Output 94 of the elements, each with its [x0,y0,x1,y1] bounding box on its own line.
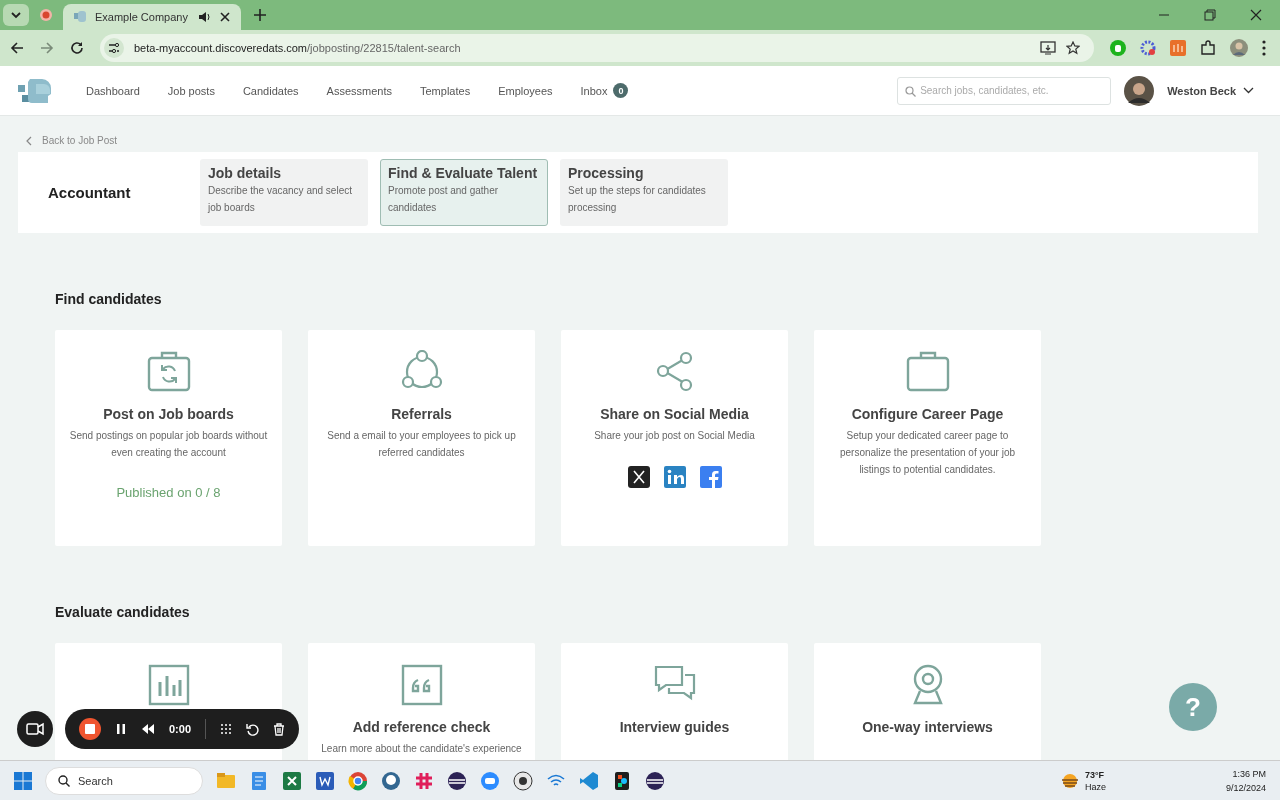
hash-app-icon[interactable] [414,770,434,791]
nav-link[interactable]: Templates [406,83,485,98]
card-title: Post on Job boards [103,406,234,422]
user-menu[interactable]: Weston Beck [1167,84,1254,97]
bar-chart-icon [146,663,191,707]
option-card[interactable]: Share on Social Media Share your job post on Social Media [561,330,788,546]
user-avatar-icon[interactable] [1124,75,1155,106]
tab-title: Example Company [95,11,189,23]
rewind-icon[interactable] [141,723,155,735]
section-heading: Evaluate candidates [55,604,191,622]
tab-list-caret-icon[interactable] [3,4,29,26]
new-tab-icon[interactable] [253,8,267,22]
close-icon[interactable] [1250,9,1262,21]
code-editor-app-icon[interactable] [579,770,599,791]
option-card[interactable]: Configure Career Page Setup your dedicated career page to personalize the presentation of your job listings to potential candidates. [814,330,1041,546]
card-description: Share your job post on Social Media [594,429,755,443]
linkedin-logo-icon[interactable] [663,466,686,488]
chat-app-icon[interactable] [480,770,500,791]
chevron-left-icon [26,135,32,146]
nav-link[interactable]: Job posts [153,83,229,98]
back-icon[interactable] [10,41,24,55]
facebook-logo-icon[interactable] [699,466,722,488]
install-app-icon[interactable] [1040,41,1056,55]
card-description: Learn more about the candidate's experience [321,742,522,756]
search-icon [58,774,70,787]
eclipse-app-icon[interactable] [447,770,467,791]
card-title: Configure Career Page [851,406,1004,422]
option-card[interactable]: Referrals Send a email to your employees to pick up referred candidates [308,330,535,546]
briefcase-icon [905,350,950,394]
search-field[interactable]: Search jobs, candidates, etc. [897,76,1112,105]
card-description: Send a email to your employees to pick up referred candidates [326,429,517,460]
search-icon [905,85,917,97]
favicon-icon [73,10,87,24]
grid-dots-icon[interactable] [220,723,233,735]
option-card[interactable]: Add reference check Learn more about the candidate's experience [308,643,535,760]
card-title: Share on Social Media [600,406,749,422]
spreadsheet-app-icon[interactable] [282,770,302,791]
weather-widget[interactable]: 73°F Haze [1060,768,1106,793]
site-info-icon[interactable] [104,38,124,58]
card-title: Interview guides [619,719,730,735]
card-title: Referrals [391,406,452,422]
taskbar-search-field[interactable]: Search [45,766,203,795]
eclipse-app-icon[interactable] [645,770,665,791]
option-card[interactable]: Interview guides [561,643,788,760]
publish-status: Published on 0 / 8 [116,485,221,500]
reload-icon[interactable] [70,41,84,55]
windows-start-icon[interactable] [14,771,32,790]
card-title: Add reference check [352,719,491,735]
nav-link[interactable]: Candidates [228,83,313,98]
restore-icon[interactable] [1204,9,1216,21]
speaker-icon[interactable] [197,10,211,24]
camera-button-icon[interactable] [17,711,53,747]
nav-link[interactable]: Dashboard [72,83,154,98]
bookmark-star-icon[interactable] [1066,41,1080,55]
briefcase-refresh-icon [146,350,191,394]
browser-app-icon[interactable] [348,770,368,791]
nav-link[interactable]: Inbox 0 [566,83,643,98]
pause-icon[interactable] [115,723,127,735]
step-tab[interactable]: Find & Evaluate Talent Promote post and gather candidates [380,159,548,226]
forward-icon[interactable] [40,41,54,55]
trash-icon[interactable] [273,722,286,736]
sun-haze-icon [1060,772,1079,789]
more-menu-icon[interactable] [1262,40,1266,56]
count-badge: 0 [613,83,629,98]
url-text: beta-myaccount.discoveredats.com/jobposting/22815/talent-search [134,42,462,54]
step-tab[interactable]: Processing Set up the steps for candidates processing [560,159,728,226]
document-app-icon[interactable] [315,770,335,791]
option-card[interactable]: Post on Job boards Send postings on popular job boards without even creating the account Published on 0 / 8 [55,330,282,546]
quote-icon [399,663,444,707]
x-logo-icon[interactable] [627,466,650,488]
stop-record-icon[interactable] [79,718,101,740]
card-description: Send postings on popular job boards without even creating the account [68,429,269,460]
nav-link[interactable]: Assessments [312,83,406,98]
option-card[interactable]: One-way interviews [814,643,1041,760]
notepad-icon[interactable] [249,770,269,791]
extension-icon[interactable] [1110,40,1126,56]
design-app-icon[interactable] [612,770,632,791]
extension-icon[interactable] [1140,40,1156,56]
undo-icon[interactable] [246,722,260,736]
nav-link[interactable]: Employees [484,83,567,98]
caret-icon [1243,87,1254,94]
step-tab[interactable]: Job details Describe the vacancy and select job boards [200,159,368,226]
close-icon[interactable] [219,11,231,23]
address-bar[interactable]: beta-myaccount.discoveredats.com/jobposting/22815/talent-search [100,34,1094,62]
profile-avatar-icon[interactable] [1230,39,1248,57]
clock[interactable]: 1:36 PM 9/12/2024 [1225,766,1266,795]
browser-tab[interactable]: Example Company [63,4,241,30]
card-description: Setup your dedicated career page to personalize the presentation of your job listings to potential candidates. [838,429,1017,477]
recording-timer: 0:00 [169,723,192,735]
puzzle-icon[interactable] [1200,40,1216,56]
section-heading: Find candidates [55,291,163,309]
job-title: Accountant [48,184,132,201]
round-app-icon[interactable] [513,770,533,791]
card-title: One-way interviews [862,719,993,735]
